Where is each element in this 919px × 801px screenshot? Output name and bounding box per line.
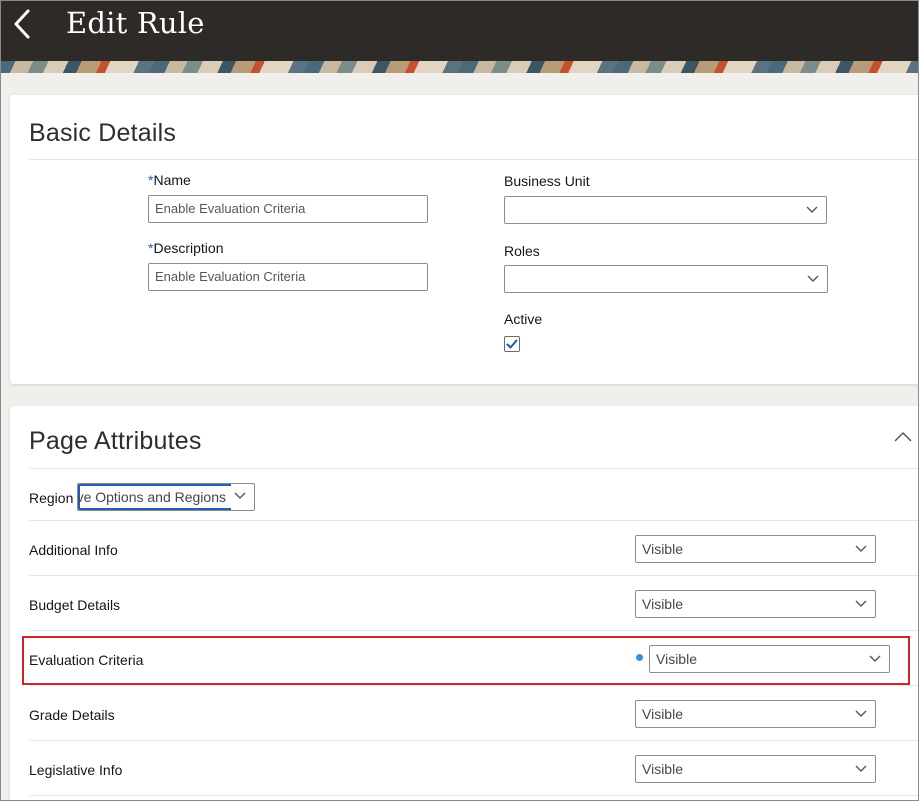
chevron-down-icon [855, 600, 867, 607]
region-label: Region [29, 490, 74, 506]
description-field[interactable]: Enable Evaluation Criteria [148, 263, 428, 291]
roles-label: Roles [504, 243, 540, 259]
visibility-value: Visible [642, 761, 683, 777]
name-field[interactable]: Enable Evaluation Criteria [148, 195, 428, 223]
name-label: *Name [148, 172, 191, 188]
page-header: Edit Rule [0, 0, 919, 61]
visibility-value: Visible [642, 596, 683, 612]
chevron-down-icon [234, 492, 246, 499]
name-label-text: Name [153, 172, 191, 188]
visibility-select-legislative-info[interactable]: Visible [635, 755, 876, 783]
divider [29, 740, 919, 741]
active-label: Active [504, 311, 543, 327]
region-value: ve Options and Regions [77, 489, 226, 505]
roles-select[interactable] [504, 265, 828, 293]
collapse-button[interactable] [893, 430, 913, 444]
chevron-left-icon [14, 9, 30, 39]
divider [29, 685, 919, 686]
divider [29, 795, 919, 796]
chevron-down-icon [806, 206, 818, 213]
chevron-up-icon [894, 431, 912, 442]
divider [29, 575, 919, 576]
visibility-select-budget-details[interactable]: Visible [635, 590, 876, 618]
visibility-select-grade-details[interactable]: Visible [635, 700, 876, 728]
divider [29, 468, 919, 469]
row-label-additional-info: Additional Info [29, 542, 118, 558]
row-label-legislative-info: Legislative Info [29, 762, 123, 778]
row-label-budget-details: Budget Details [29, 597, 121, 613]
visibility-select-additional-info[interactable]: Visible [635, 535, 876, 563]
header-banner [0, 61, 919, 73]
active-checkbox[interactable] [504, 336, 520, 352]
divider [29, 159, 919, 160]
visibility-value: Visible [642, 706, 683, 722]
description-label-text: Description [153, 240, 224, 256]
back-button[interactable] [8, 6, 36, 42]
row-label-grade-details: Grade Details [29, 707, 115, 723]
page-attributes-title: Page Attributes [29, 427, 202, 455]
checkmark-icon [506, 339, 518, 349]
chevron-down-icon [855, 710, 867, 717]
region-select[interactable]: ve Options and Regions [77, 483, 255, 511]
description-label: *Description [148, 240, 223, 256]
highlight-box [22, 636, 910, 685]
visibility-value: Visible [642, 541, 683, 557]
divider [29, 520, 919, 521]
basic-details-title: Basic Details [29, 119, 177, 147]
page-title: Edit Rule [66, 6, 205, 40]
business-unit-select[interactable] [504, 196, 827, 224]
chevron-down-icon [807, 275, 819, 282]
business-unit-label: Business Unit [504, 173, 590, 189]
chevron-down-icon [855, 545, 867, 552]
chevron-down-icon [855, 765, 867, 772]
divider [29, 630, 919, 631]
